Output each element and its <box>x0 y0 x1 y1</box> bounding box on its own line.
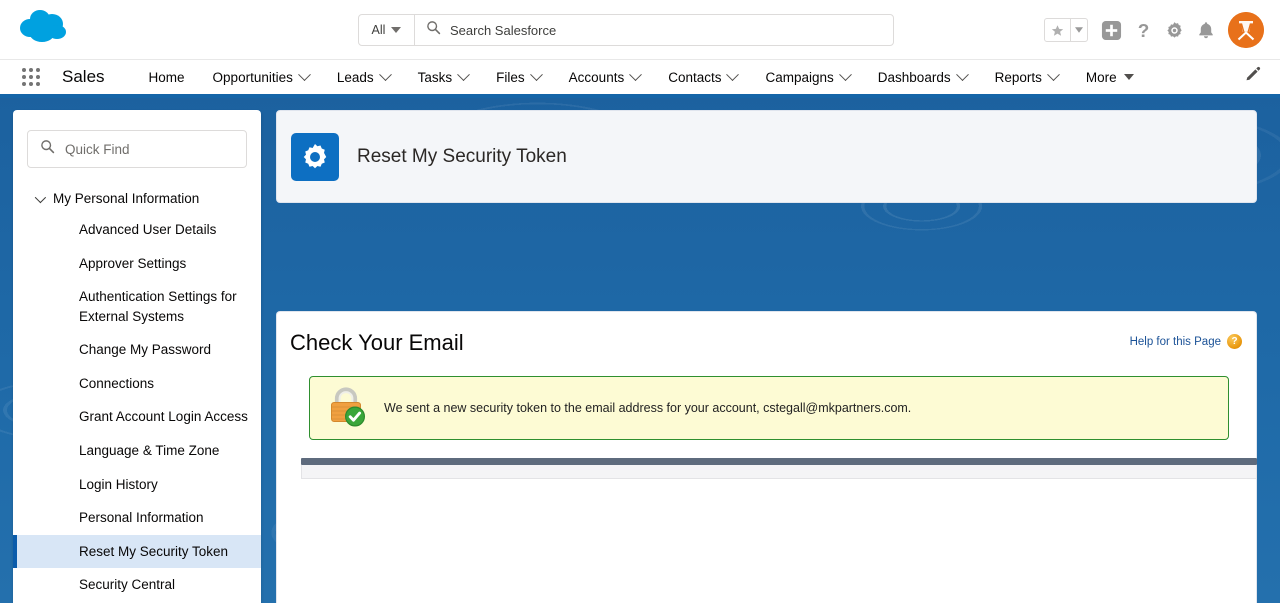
global-header: All Search Salesforce <box>0 0 1280 60</box>
chevron-down-icon[interactable] <box>35 191 46 202</box>
divider-bar <box>301 458 1257 465</box>
sidebar-item-approver-settings[interactable]: Approver Settings <box>13 247 261 281</box>
padlock-success-icon <box>324 384 368 433</box>
sidebar-item-authentication-settings-for-external-systems[interactable]: Authentication Settings for External Sys… <box>13 280 261 333</box>
chevron-down-icon <box>839 68 852 81</box>
success-notice-banner: We sent a new security token to the emai… <box>309 376 1229 440</box>
avatar[interactable] <box>1228 12 1264 48</box>
sidebar-item-security-central[interactable]: Security Central <box>13 568 261 602</box>
content-card: Check Your Email Help for this Page ? <box>276 311 1257 603</box>
page-backdrop: Quick Find My Personal Information Advan… <box>0 94 1280 603</box>
chevron-down-icon <box>457 68 470 81</box>
sidebar-item-login-history[interactable]: Login History <box>13 468 261 502</box>
sidebar-item-personal-information[interactable]: Personal Information <box>13 501 261 535</box>
help-question-icon: ? <box>1227 334 1242 349</box>
nav-item-opportunities[interactable]: Opportunities <box>199 60 323 94</box>
pencil-icon[interactable] <box>1244 66 1262 89</box>
nav-item-label: Dashboards <box>878 70 951 85</box>
nav-item-dashboards[interactable]: Dashboards <box>864 60 981 94</box>
nav-item-tasks[interactable]: Tasks <box>404 60 483 94</box>
nav-item-label: Accounts <box>569 70 625 85</box>
salesforce-cloud-logo[interactable] <box>18 8 72 48</box>
header-icon-group: ? <box>1044 12 1264 48</box>
section-divider <box>301 458 1257 479</box>
section-title: Check Your Email <box>289 330 1244 356</box>
star-icon[interactable] <box>1045 19 1070 41</box>
favorites-control[interactable] <box>1044 18 1088 42</box>
page-header: Reset My Security Token <box>276 110 1257 203</box>
app-name-label: Sales <box>62 67 105 87</box>
help-link-label: Help for this Page <box>1130 336 1221 348</box>
nav-item-label: Opportunities <box>213 70 293 85</box>
nav-item-label: More <box>1086 70 1117 85</box>
chevron-down-icon <box>629 68 642 81</box>
nav-item-files[interactable]: Files <box>482 60 555 94</box>
app-launcher-grid-icon[interactable] <box>22 68 40 86</box>
search-placeholder: Search Salesforce <box>450 23 556 38</box>
search-icon <box>40 139 55 159</box>
chevron-down-icon <box>727 68 740 81</box>
sidebar-item-advanced-user-details[interactable]: Advanced User Details <box>13 213 261 247</box>
setup-sidebar: Quick Find My Personal Information Advan… <box>13 110 261 603</box>
content-inner: Check Your Email Help for this Page ? <box>277 312 1256 479</box>
quick-find-input[interactable]: Quick Find <box>27 130 247 168</box>
global-search[interactable]: All Search Salesforce <box>358 14 894 46</box>
nav-item-contacts[interactable]: Contacts <box>654 60 751 94</box>
nav-item-home[interactable]: Home <box>135 60 199 94</box>
gear-icon <box>291 133 339 181</box>
question-mark-icon[interactable]: ? <box>1135 20 1152 41</box>
sidebar-item-connections[interactable]: Connections <box>13 367 261 401</box>
nav-item-more[interactable]: More <box>1072 60 1148 94</box>
sidebar-item-language-and-time-zone[interactable]: Language & Time Zone <box>13 434 261 468</box>
nav-item-label: Leads <box>337 70 374 85</box>
nav-item-label: Campaigns <box>765 70 833 85</box>
tree-group-label: My Personal Information <box>53 191 199 206</box>
nav-item-label: Reports <box>995 70 1042 85</box>
setup-tree: My Personal Information Advanced User De… <box>13 172 261 603</box>
nav-item-label: Files <box>496 70 525 85</box>
notice-message: We sent a new security token to the emai… <box>384 401 911 415</box>
nav-accent-rule <box>0 94 1280 98</box>
chevron-down-icon <box>530 68 543 81</box>
nav-item-list: Home Opportunities Leads Tasks Files Acc… <box>135 60 1148 94</box>
nav-item-accounts[interactable]: Accounts <box>555 60 655 94</box>
page-title: Reset My Security Token <box>357 146 567 168</box>
plus-icon[interactable] <box>1101 20 1122 41</box>
tree-group-my-personal-information[interactable]: My Personal Information <box>13 184 261 213</box>
search-scope-label: All <box>372 23 386 37</box>
sidebar-item-reset-my-security-token[interactable]: Reset My Security Token <box>13 535 261 569</box>
search-input-area[interactable]: Search Salesforce <box>415 15 893 45</box>
app-navigation-bar: Sales Home Opportunities Leads Tasks Fil… <box>0 60 1280 94</box>
chevron-down-icon <box>298 68 311 81</box>
favorites-caret-down-icon[interactable] <box>1070 19 1087 41</box>
nav-item-campaigns[interactable]: Campaigns <box>751 60 863 94</box>
search-scope-select[interactable]: All <box>359 15 415 45</box>
quick-find-container: Quick Find <box>13 110 261 172</box>
search-icon <box>426 20 441 40</box>
caret-down-icon <box>1124 74 1134 80</box>
chevron-down-icon <box>1047 68 1060 81</box>
nav-item-leads[interactable]: Leads <box>323 60 404 94</box>
nav-item-label: Tasks <box>418 70 453 85</box>
sidebar-item-change-my-password[interactable]: Change My Password <box>13 333 261 367</box>
chevron-down-icon <box>956 68 969 81</box>
gear-icon[interactable] <box>1165 21 1184 40</box>
help-for-this-page-link[interactable]: Help for this Page ? <box>1130 334 1242 349</box>
divider-strip <box>301 465 1257 479</box>
svg-text:?: ? <box>1138 20 1150 40</box>
chevron-down-icon <box>379 68 392 81</box>
sidebar-item-grant-account-login-access[interactable]: Grant Account Login Access <box>13 400 261 434</box>
quick-find-placeholder: Quick Find <box>65 142 130 157</box>
nav-item-reports[interactable]: Reports <box>981 60 1072 94</box>
nav-item-label: Home <box>149 70 185 85</box>
caret-down-icon <box>391 27 401 33</box>
bell-icon[interactable] <box>1197 21 1215 40</box>
nav-item-label: Contacts <box>668 70 721 85</box>
